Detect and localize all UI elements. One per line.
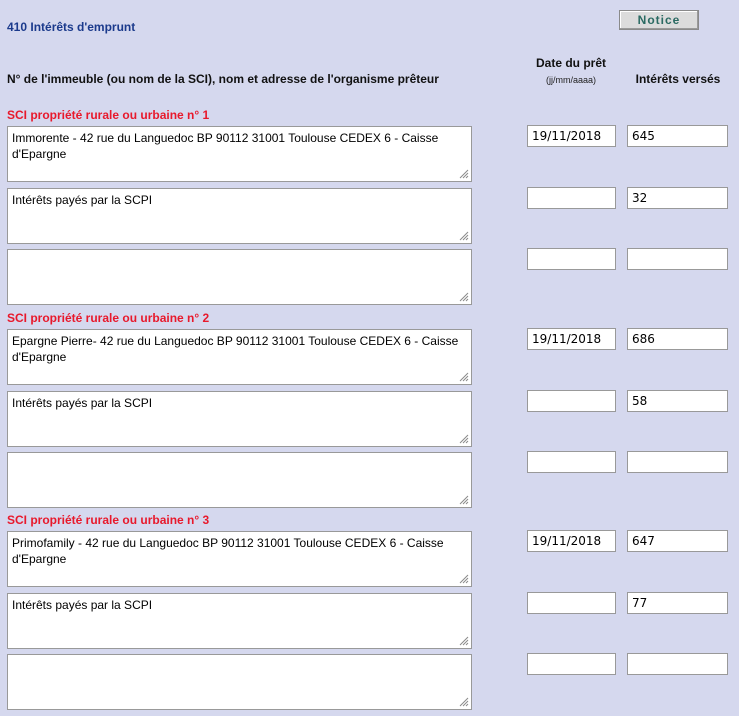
building-textarea[interactable] [7, 654, 472, 710]
group-title-2: SCI propriété rurale ou urbaine n° 2 [7, 311, 210, 325]
building-textarea[interactable]: Primofamily - 42 rue du Languedoc BP 901… [7, 531, 472, 587]
resize-grip-icon[interactable] [457, 167, 469, 179]
loan-date-input[interactable] [527, 653, 616, 675]
building-text: Immorente - 42 rue du Languedoc BP 90112… [12, 131, 439, 161]
interest-amount-input[interactable] [627, 653, 728, 675]
interest-amount-input[interactable] [627, 248, 728, 270]
building-text: Primofamily - 42 rue du Languedoc BP 901… [12, 536, 444, 566]
building-textarea[interactable]: Intérêts payés par la SCPI [7, 391, 472, 447]
building-text: Intérêts payés par la SCPI [12, 193, 153, 207]
column-header-interest: Intérêts versés [635, 72, 721, 86]
resize-grip-icon[interactable] [457, 290, 469, 302]
building-text: Epargne Pierre- 42 rue du Languedoc BP 9… [12, 334, 459, 364]
loan-date-input[interactable] [527, 248, 616, 270]
form-panel: 410 Intérêts d'emprunt Notice N° de l'im… [0, 0, 739, 716]
loan-date-input[interactable]: 19/11/2018 [527, 328, 616, 350]
column-header-date: Date du prêt [535, 56, 606, 70]
resize-grip-icon[interactable] [457, 634, 469, 646]
building-text: Intérêts payés par la SCPI [12, 598, 153, 612]
resize-grip-icon[interactable] [457, 370, 469, 382]
building-text: Intérêts payés par la SCPI [12, 396, 153, 410]
column-header-building: N° de l'immeuble (ou nom de la SCI), nom… [7, 72, 439, 86]
interest-amount-input[interactable]: 645 [627, 125, 728, 147]
group-title-3: SCI propriété rurale ou urbaine n° 3 [7, 513, 210, 527]
resize-grip-icon[interactable] [457, 572, 469, 584]
resize-grip-icon[interactable] [457, 229, 469, 241]
loan-date-input[interactable] [527, 451, 616, 473]
notice-button[interactable]: Notice [619, 10, 699, 30]
building-textarea[interactable]: Epargne Pierre- 42 rue du Languedoc BP 9… [7, 329, 472, 385]
resize-grip-icon[interactable] [457, 493, 469, 505]
interest-amount-input[interactable]: 686 [627, 328, 728, 350]
resize-grip-icon[interactable] [457, 432, 469, 444]
interest-amount-input[interactable]: 77 [627, 592, 728, 614]
section-title: 410 Intérêts d'emprunt [7, 20, 136, 34]
interest-amount-input[interactable]: 647 [627, 530, 728, 552]
loan-date-input[interactable] [527, 592, 616, 614]
resize-grip-icon[interactable] [457, 695, 469, 707]
loan-date-input[interactable] [527, 187, 616, 209]
building-textarea[interactable] [7, 249, 472, 305]
loan-date-input[interactable] [527, 390, 616, 412]
building-textarea[interactable]: Immorente - 42 rue du Languedoc BP 90112… [7, 126, 472, 182]
interest-amount-input[interactable]: 32 [627, 187, 728, 209]
building-textarea[interactable]: Intérêts payés par la SCPI [7, 188, 472, 244]
building-textarea[interactable]: Intérêts payés par la SCPI [7, 593, 472, 649]
loan-date-input[interactable]: 19/11/2018 [527, 125, 616, 147]
column-header-date-format: (jj/mm/aaaa) [545, 75, 596, 85]
interest-amount-input[interactable] [627, 451, 728, 473]
interest-amount-input[interactable]: 58 [627, 390, 728, 412]
loan-date-input[interactable]: 19/11/2018 [527, 530, 616, 552]
group-title-1: SCI propriété rurale ou urbaine n° 1 [7, 108, 210, 122]
building-textarea[interactable] [7, 452, 472, 508]
